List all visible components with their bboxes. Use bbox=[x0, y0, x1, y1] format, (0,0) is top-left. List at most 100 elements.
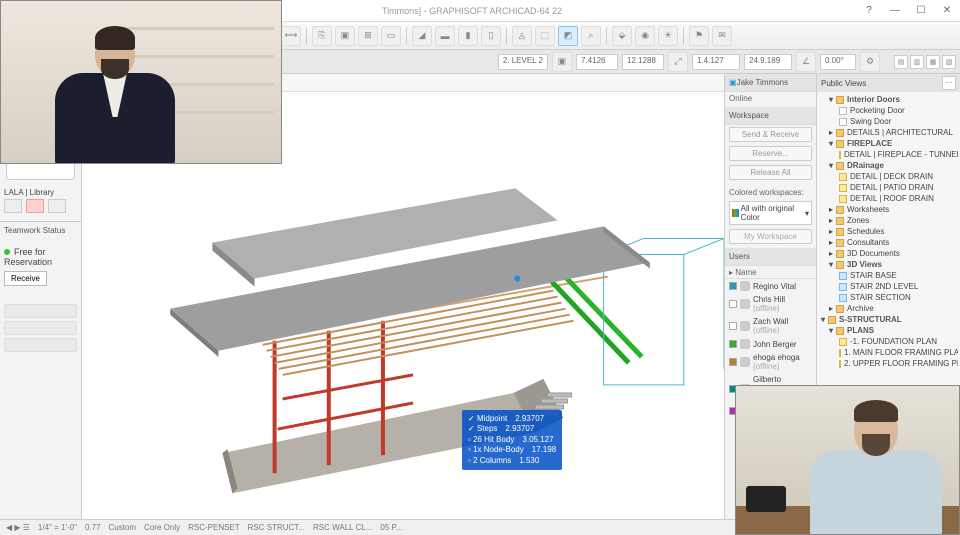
tree-folder[interactable]: ▾3D Views bbox=[819, 259, 958, 270]
tree-folder[interactable]: ▾PLANS bbox=[819, 325, 958, 336]
level-selector[interactable]: 2. LEVEL 2 bbox=[498, 54, 548, 70]
tool-zone-icon[interactable]: ⬚ bbox=[535, 26, 555, 46]
nav-layout-icon[interactable]: ▦ bbox=[926, 55, 940, 69]
tree-folder[interactable]: ▾Interior Doors bbox=[819, 94, 958, 105]
tool-team-icon[interactable]: ⚑ bbox=[689, 26, 709, 46]
tool-render-icon[interactable]: ◉ bbox=[635, 26, 655, 46]
sb-custom[interactable]: Custom bbox=[109, 523, 137, 532]
sb-wall[interactable]: RSC WALL CL... bbox=[313, 523, 372, 532]
user-row[interactable]: Regino Vital bbox=[725, 279, 816, 293]
users-header: Users bbox=[729, 252, 750, 261]
sb-core[interactable]: Core Only bbox=[144, 523, 180, 532]
tool-3d-icon[interactable]: ⬙ bbox=[612, 26, 632, 46]
tree-item[interactable]: Pocketing Door bbox=[819, 105, 958, 116]
tool-sel-icon[interactable]: ◩ bbox=[558, 26, 578, 46]
property-slider[interactable] bbox=[4, 338, 77, 352]
tool-delete[interactable] bbox=[26, 199, 44, 213]
navigator-title: Public Views bbox=[821, 79, 866, 88]
colored-ws-label: Colored workspaces: bbox=[725, 186, 816, 199]
user-row[interactable]: Zach Wall(offline) bbox=[725, 315, 816, 337]
maximize-icon[interactable]: ☐ bbox=[912, 4, 930, 18]
camera-icon[interactable]: ▣ bbox=[552, 52, 572, 72]
tree-item[interactable]: STAIR 2ND LEVEL bbox=[819, 281, 958, 292]
teamwork-header: Teamwork Status bbox=[4, 226, 77, 244]
workspace-header: Workspace bbox=[725, 107, 816, 125]
field-x[interactable]: 7.4126 bbox=[576, 54, 618, 70]
sb-struct[interactable]: RSC STRUCT... bbox=[248, 523, 305, 532]
element-info-tooltip: ✓ Midpoint2.93707 ✓ Steps2.93707 ▫ 26 Hi… bbox=[462, 410, 562, 470]
tree-item[interactable]: DETAIL | ROOF DRAIN bbox=[819, 193, 958, 204]
tool-msg-icon[interactable]: ✉ bbox=[712, 26, 732, 46]
tree-folder[interactable]: ▾DRainage bbox=[819, 160, 958, 171]
tree-item[interactable]: ▸3D Documents bbox=[819, 248, 958, 259]
close-icon[interactable]: ✕ bbox=[938, 4, 956, 18]
property-slider[interactable] bbox=[4, 321, 77, 335]
sb-penset[interactable]: RSC-PENSET bbox=[188, 523, 240, 532]
tree-folder[interactable]: ▾S-STRUCTURAL bbox=[819, 314, 958, 325]
user-row[interactable]: Chris Hill(offline) bbox=[725, 293, 816, 315]
tree-item[interactable]: 2. UPPER FLOOR FRAMING PLAN bbox=[819, 358, 958, 369]
user-row[interactable]: ehoga ehoga(offline) bbox=[725, 351, 816, 373]
gear-icon[interactable]: ⚙ bbox=[860, 52, 880, 72]
sb-zoom[interactable]: 0.77 bbox=[85, 523, 101, 532]
tool-link-icon[interactable]: ⎘ bbox=[312, 26, 332, 46]
my-workspace-button[interactable]: My Workspace bbox=[729, 229, 812, 244]
tool-wall-icon[interactable]: ▯ bbox=[481, 26, 501, 46]
tool-find-icon[interactable]: ⌕ bbox=[581, 26, 601, 46]
tree-item[interactable]: Swing Door bbox=[819, 116, 958, 127]
field-y[interactable]: 12.1288 bbox=[622, 54, 664, 70]
tree-item[interactable]: ▸Archive bbox=[819, 303, 958, 314]
tool-sect-icon[interactable]: ⊞ bbox=[358, 26, 378, 46]
tree-item[interactable]: ▸Zones bbox=[819, 215, 958, 226]
tool-roof-icon[interactable]: ◢ bbox=[412, 26, 432, 46]
workspace-color-dropdown[interactable]: All with original Color▾ bbox=[729, 201, 812, 225]
tool-swatch[interactable] bbox=[48, 199, 66, 213]
nav-view-icon[interactable]: ▥ bbox=[910, 55, 924, 69]
sb-nav[interactable]: ◀ ▶ ☰ bbox=[6, 523, 30, 532]
angle-icon[interactable]: ∠ bbox=[796, 52, 816, 72]
tree-item[interactable]: ▸Consultants bbox=[819, 237, 958, 248]
tree-folder[interactable]: ▾FIREPLACE bbox=[819, 138, 958, 149]
tool-sun-icon[interactable]: ☀ bbox=[658, 26, 678, 46]
coord-2-field[interactable]: 24.9.189 bbox=[744, 54, 792, 70]
nav-project-icon[interactable]: ▤ bbox=[894, 55, 908, 69]
tool-mesh-icon[interactable]: ◬ bbox=[512, 26, 532, 46]
online-status: Online bbox=[725, 92, 816, 105]
view-tree: ▾Interior Doors Pocketing Door Swing Doo… bbox=[817, 92, 960, 371]
tree-item[interactable]: DETAIL | PATIO DRAIN bbox=[819, 182, 958, 193]
user-row[interactable]: John Berger bbox=[725, 337, 816, 351]
tool-col-icon[interactable]: ▮ bbox=[458, 26, 478, 46]
nav-opts-icon[interactable]: ⋯ bbox=[942, 76, 956, 90]
tree-item[interactable]: -1. FOUNDATION PLAN bbox=[819, 336, 958, 347]
angle-field[interactable]: 0.00° bbox=[820, 54, 856, 70]
tree-item[interactable]: 1. MAIN FLOOR FRAMING PLAN bbox=[819, 347, 958, 358]
tool-swatch[interactable] bbox=[4, 199, 22, 213]
tree-item[interactable]: STAIR BASE bbox=[819, 270, 958, 281]
tree-item[interactable]: STAIR SECTION bbox=[819, 292, 958, 303]
tool-slab-icon[interactable]: ▭ bbox=[381, 26, 401, 46]
tree-item[interactable]: DETAIL | FIREPLACE - TUNNEL bbox=[819, 149, 958, 160]
coord-1-field[interactable]: 1.4.127 bbox=[692, 54, 740, 70]
help-icon[interactable]: ? bbox=[860, 4, 878, 18]
tree-item[interactable]: DETAIL | DECK DRAIN bbox=[819, 171, 958, 182]
sb-p05[interactable]: 05 P... bbox=[380, 523, 402, 532]
property-slider[interactable] bbox=[4, 304, 77, 318]
sb-scale[interactable]: 1/4" = 1'-0" bbox=[38, 523, 77, 532]
nav-publish-icon[interactable]: ▧ bbox=[942, 55, 956, 69]
release-button[interactable]: Release All bbox=[729, 165, 812, 180]
favorite-label: LALA | Library bbox=[0, 186, 81, 199]
scale-icon[interactable]: ⤢ bbox=[668, 52, 688, 72]
send-receive-button[interactable]: Send & Receive bbox=[729, 127, 812, 142]
minimize-icon[interactable]: — bbox=[886, 4, 904, 18]
user-name: Jake Timmons bbox=[737, 78, 789, 87]
tree-item[interactable]: ▸Schedules bbox=[819, 226, 958, 237]
tool-dim-icon[interactable]: ⟷ bbox=[281, 26, 301, 46]
tree-item[interactable]: ▸Worksheets bbox=[819, 204, 958, 215]
reserve-button[interactable]: Reserve... bbox=[729, 146, 812, 161]
webcam-participant-2 bbox=[735, 385, 960, 535]
tree-item[interactable]: ▸DETAILS | ARCHITECTURAL bbox=[819, 127, 958, 138]
webcam-participant-1 bbox=[0, 0, 282, 164]
tool-beam-icon[interactable]: ▬ bbox=[435, 26, 455, 46]
receive-button[interactable]: Receive bbox=[4, 271, 47, 286]
tool-cube-icon[interactable]: ▣ bbox=[335, 26, 355, 46]
